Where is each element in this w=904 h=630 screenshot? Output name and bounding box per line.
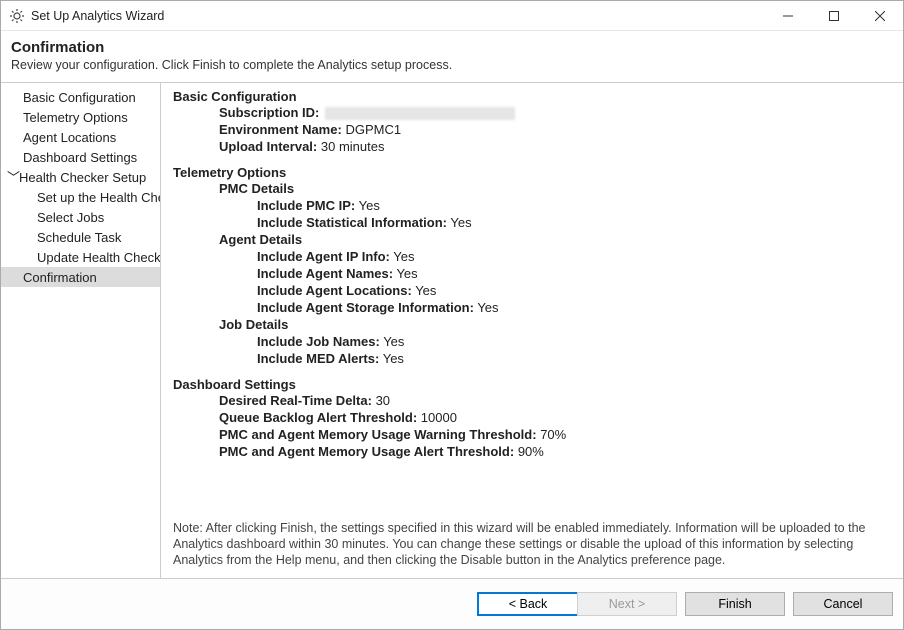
- titlebar: Set Up Analytics Wizard: [1, 1, 903, 31]
- agent-ip-row: Include Agent IP Info: Yes: [173, 248, 891, 265]
- agent-storage-row: Include Agent Storage Information: Yes: [173, 299, 891, 316]
- cancel-button[interactable]: Cancel: [793, 592, 893, 616]
- wizard-step-nav[interactable]: Basic Configuration Telemetry Options Ag…: [1, 83, 161, 578]
- dashboard-title: Dashboard Settings: [173, 377, 891, 392]
- wizard-footer: < Back Next > Finish Cancel: [1, 579, 903, 629]
- agent-details-title: Agent Details: [173, 231, 891, 248]
- basic-config-title: Basic Configuration: [173, 89, 891, 104]
- nav-telemetry-options[interactable]: Telemetry Options: [1, 107, 161, 127]
- wizard-window: Set Up Analytics Wizard Confirmation Rev…: [0, 0, 904, 630]
- warn-row: PMC and Agent Memory Usage Warning Thres…: [173, 426, 891, 443]
- telemetry-section: Telemetry Options PMC Details Include PM…: [173, 165, 891, 367]
- confirmation-content: Basic Configuration Subscription ID: Env…: [161, 83, 903, 578]
- close-icon: [875, 11, 885, 21]
- nav-basic-configuration[interactable]: Basic Configuration: [1, 87, 161, 107]
- upload-interval-row: Upload Interval: 30 minutes: [173, 138, 891, 155]
- back-button[interactable]: < Back: [477, 592, 577, 616]
- job-details-title: Job Details: [173, 316, 891, 333]
- subscription-id-row: Subscription ID:: [173, 104, 891, 121]
- med-alerts-row: Include MED Alerts: Yes: [173, 350, 891, 367]
- delta-row: Desired Real-Time Delta: 30: [173, 392, 891, 409]
- close-button[interactable]: [857, 1, 903, 31]
- app-gear-icon: [9, 8, 25, 24]
- page-subtitle: Review your configuration. Click Finish …: [11, 58, 893, 72]
- finish-note: Note: After clicking Finish, the setting…: [173, 506, 891, 572]
- wizard-header: Confirmation Review your configuration. …: [1, 31, 903, 83]
- queue-row: Queue Backlog Alert Threshold: 10000: [173, 409, 891, 426]
- nav-update-health-checker[interactable]: Update Health Checker: [1, 247, 161, 267]
- job-names-row: Include Job Names: Yes: [173, 333, 891, 350]
- page-title: Confirmation: [11, 39, 893, 56]
- nav-setup-health-checker[interactable]: Set up the Health Checker: [1, 187, 161, 207]
- environment-name-row: Environment Name: DGPMC1: [173, 121, 891, 138]
- subscription-id-value-redacted: [325, 107, 515, 120]
- pmc-details-title: PMC Details: [173, 180, 891, 197]
- telemetry-title: Telemetry Options: [173, 165, 891, 180]
- nav-health-checker-setup[interactable]: ﹀Health Checker Setup: [1, 167, 161, 187]
- nav-dashboard-settings[interactable]: Dashboard Settings: [1, 147, 161, 167]
- agent-names-row: Include Agent Names: Yes: [173, 265, 891, 282]
- window-title: Set Up Analytics Wizard: [31, 9, 164, 23]
- agent-loc-row: Include Agent Locations: Yes: [173, 282, 891, 299]
- minimize-button[interactable]: [765, 1, 811, 31]
- nav-button-group: < Back Next >: [477, 592, 677, 616]
- alert-row: PMC and Agent Memory Usage Alert Thresho…: [173, 443, 891, 460]
- pmc-ip-row: Include PMC IP: Yes: [173, 197, 891, 214]
- nav-schedule-task[interactable]: Schedule Task: [1, 227, 161, 247]
- nav-select-jobs[interactable]: Select Jobs: [1, 207, 161, 227]
- dashboard-section: Dashboard Settings Desired Real-Time Del…: [173, 377, 891, 460]
- stat-info-row: Include Statistical Information: Yes: [173, 214, 891, 231]
- chevron-down-icon: ﹀: [7, 169, 19, 186]
- nav-agent-locations[interactable]: Agent Locations: [1, 127, 161, 147]
- basic-config-section: Basic Configuration Subscription ID: Env…: [173, 89, 891, 155]
- maximize-button[interactable]: [811, 1, 857, 31]
- finish-button[interactable]: Finish: [685, 592, 785, 616]
- nav-confirmation[interactable]: Confirmation: [1, 267, 161, 287]
- minimize-icon: [783, 11, 793, 21]
- maximize-icon: [829, 11, 839, 21]
- wizard-body: Basic Configuration Telemetry Options Ag…: [1, 83, 903, 579]
- next-button: Next >: [577, 592, 677, 616]
